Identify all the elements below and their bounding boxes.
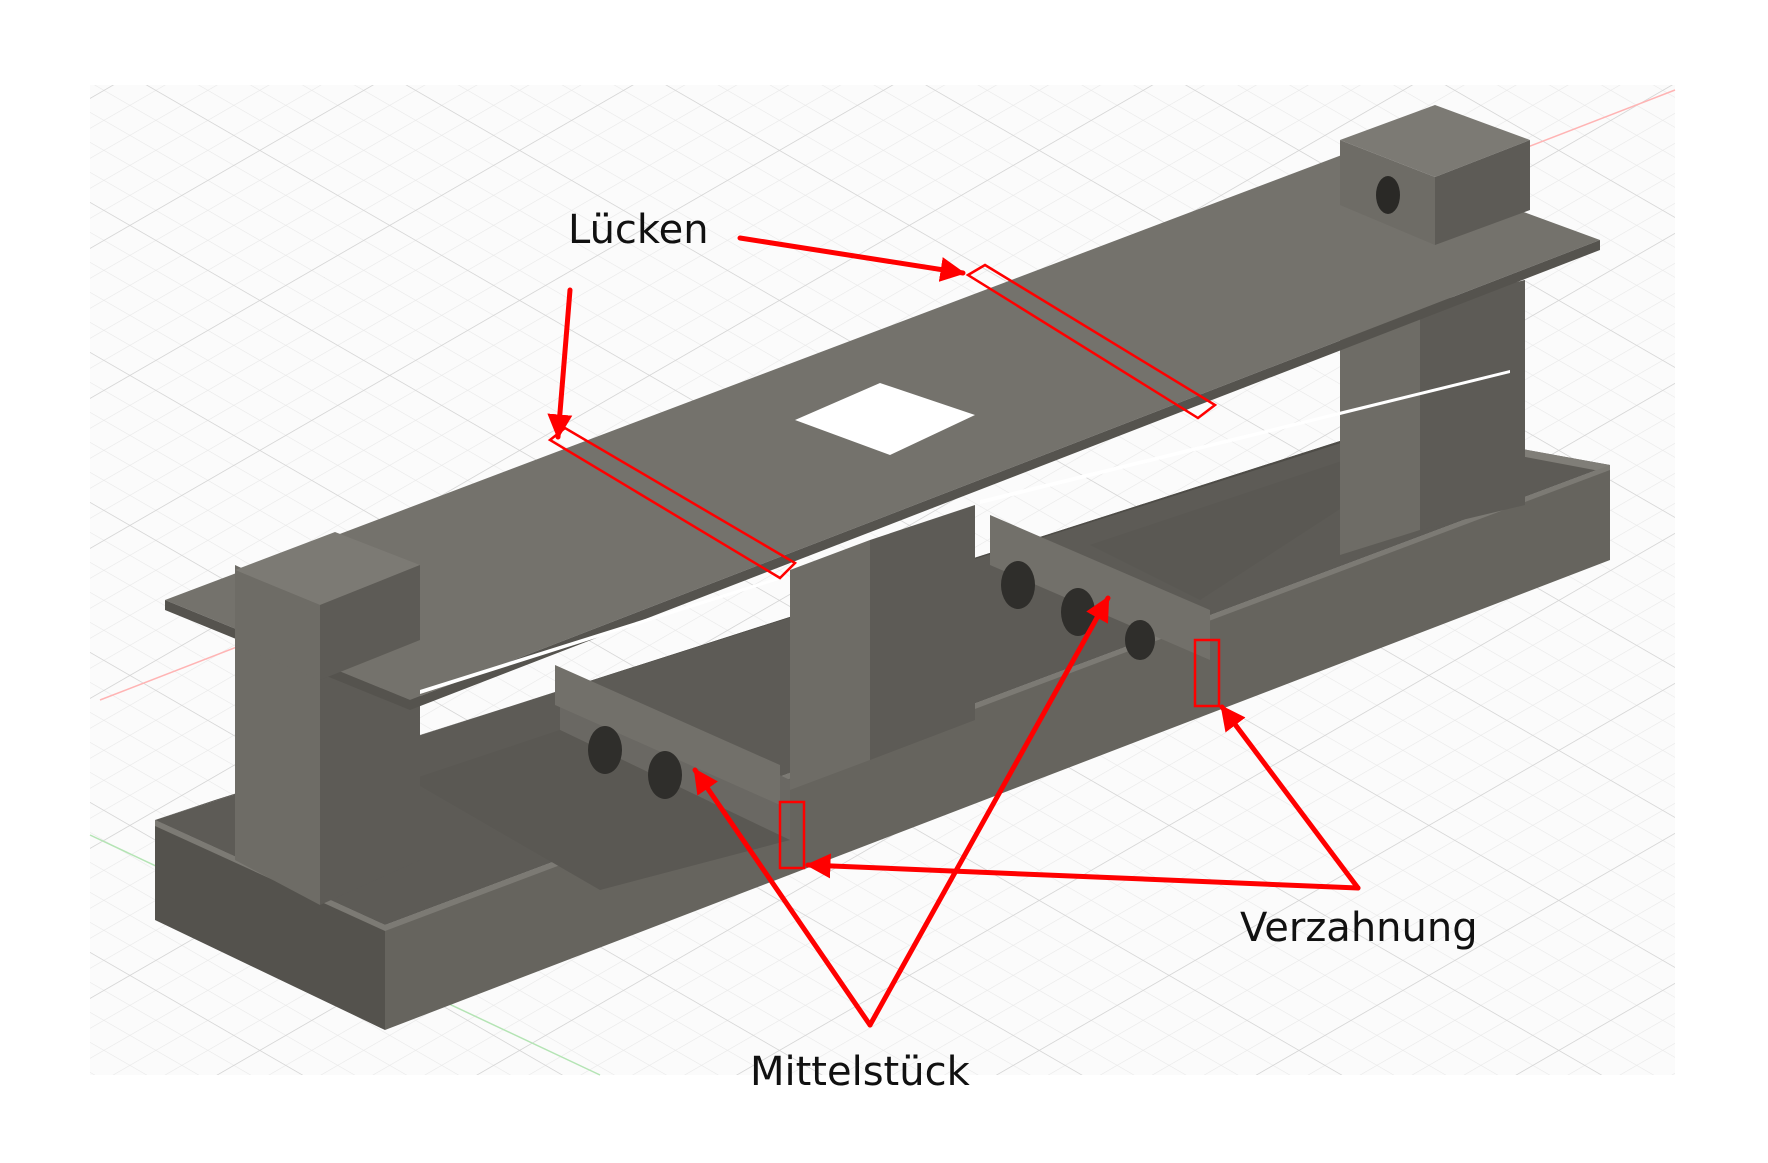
right-column-front-face bbox=[1420, 280, 1525, 530]
interlocking-label: Verzahnung bbox=[1240, 905, 1478, 951]
right-box-hole bbox=[1376, 176, 1400, 214]
divider-hole bbox=[1125, 620, 1155, 660]
center-column-left-face bbox=[790, 540, 870, 790]
gaps-label: Lücken bbox=[568, 207, 709, 253]
divider-hole bbox=[1001, 561, 1035, 609]
center-piece-label: Mittelstück bbox=[750, 1049, 970, 1095]
divider-hole bbox=[648, 751, 682, 799]
cad-viewport bbox=[89, 85, 1676, 1076]
divider-hole bbox=[588, 726, 622, 774]
center-column-right-face bbox=[870, 505, 975, 760]
